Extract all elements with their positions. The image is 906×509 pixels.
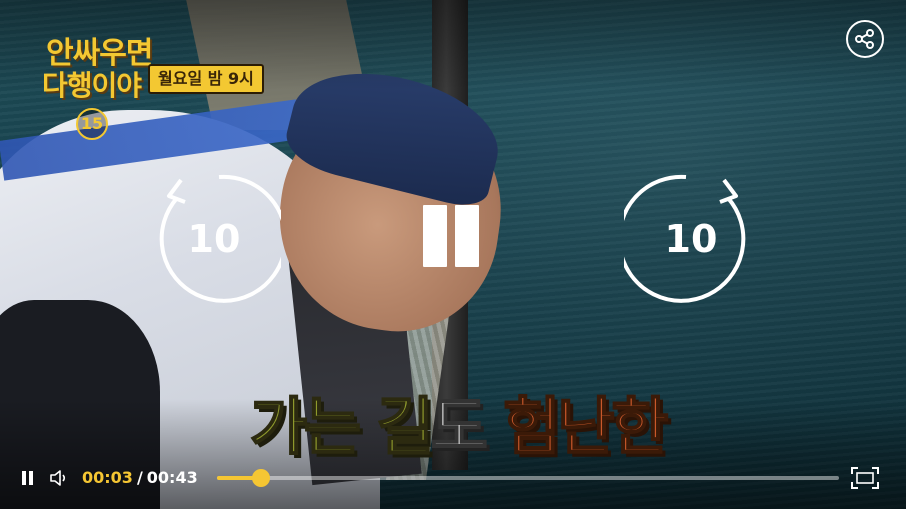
caption-part-1: 가는 길 [249, 389, 435, 464]
pause-icon [22, 471, 26, 485]
time-display: 00:03/00:43 [82, 468, 198, 488]
total-time: 00:43 [146, 468, 198, 487]
video-player[interactable]: 안싸우면 다행이야 월요일 밤 9시 15 가는 길도 험난한 10 10 00… [0, 0, 906, 509]
fullscreen-icon [851, 467, 879, 489]
caption-text: 가는 길도 험난한 [249, 376, 669, 466]
progress-thumb[interactable] [251, 469, 270, 487]
pause-icon-bar [455, 205, 479, 267]
show-logo: 안싸우면 다행이야 [36, 28, 156, 103]
rewind-10-label: 10 [187, 217, 241, 261]
rewind-10-button[interactable]: 10 [147, 172, 281, 306]
progress-bar[interactable] [217, 469, 839, 487]
pause-icon [423, 205, 447, 267]
pause-icon-bar [29, 471, 33, 485]
share-icon [855, 29, 874, 49]
volume-icon [50, 470, 66, 486]
show-logo-line2: 다행이야 [42, 69, 142, 102]
caption-part-2: 도 [430, 389, 504, 464]
fullscreen-button[interactable] [850, 466, 880, 490]
share-button[interactable] [846, 20, 884, 58]
forward-10-label: 10 [664, 217, 718, 261]
forward-10-button[interactable]: 10 [624, 172, 758, 306]
control-bar: 00:03/00:43 [0, 458, 906, 498]
volume-button[interactable] [48, 467, 70, 489]
play-pause-button[interactable] [18, 468, 36, 488]
current-time: 00:03 [82, 468, 133, 487]
caption-part-3: 험난한 [502, 389, 669, 464]
age-rating-badge: 15 [76, 108, 108, 140]
center-pause-button[interactable] [420, 205, 484, 269]
airtime-badge: 월요일 밤 9시 [148, 64, 264, 94]
time-separator: / [136, 468, 143, 487]
